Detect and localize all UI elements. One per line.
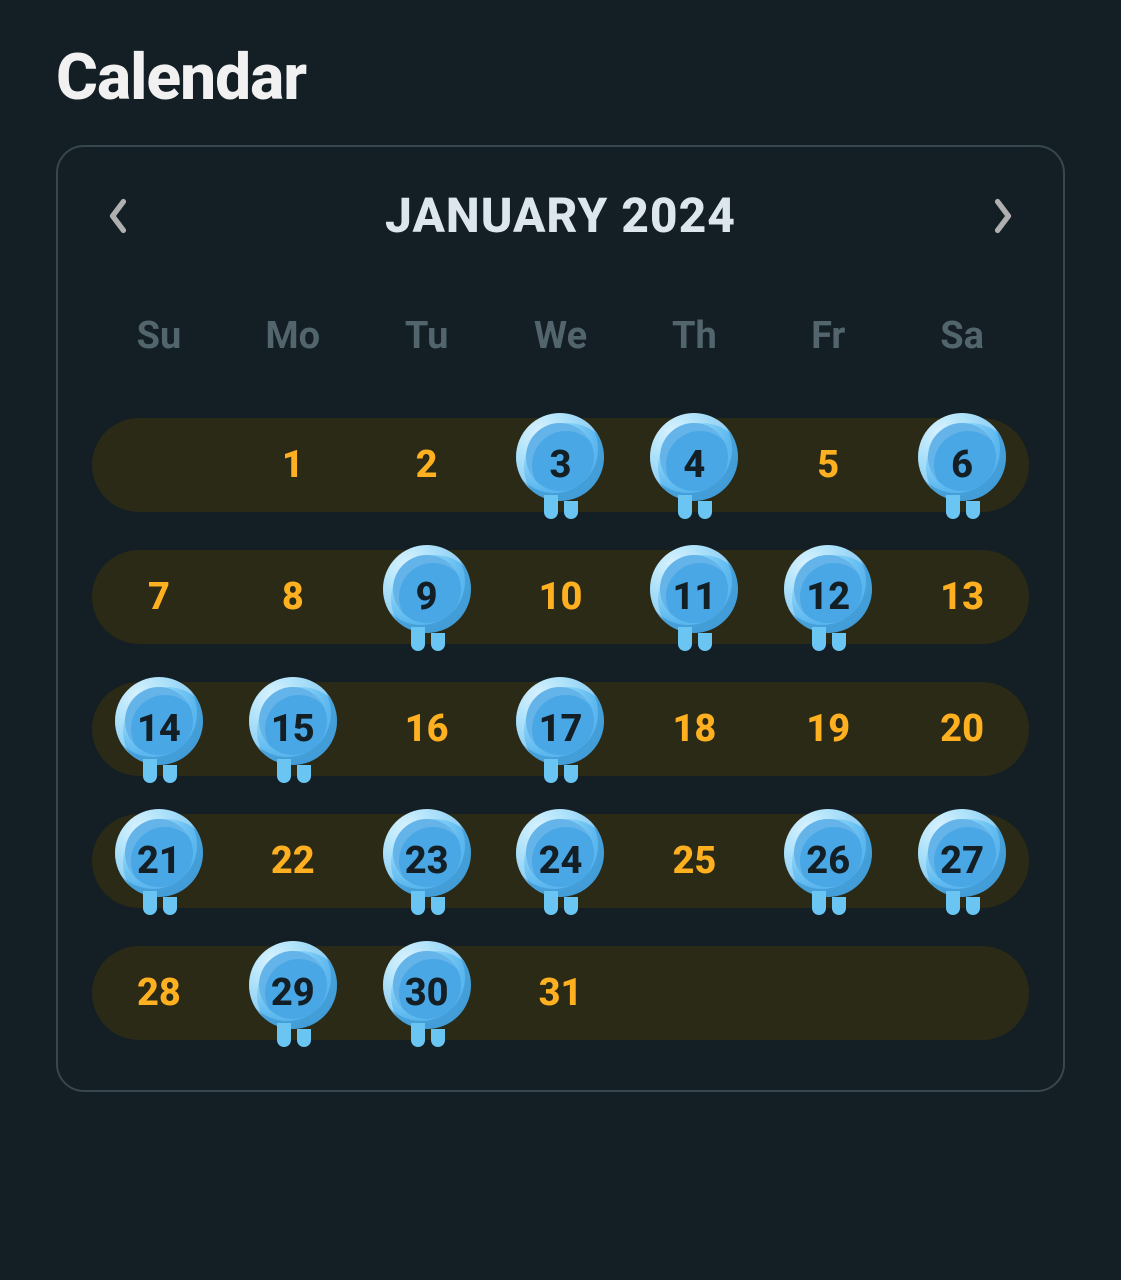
day-cell[interactable]: 6 [895,418,1029,512]
day-number: 29 [271,971,315,1015]
day-cell [761,946,895,1040]
day-number: 8 [282,575,304,619]
day-number: 20 [940,707,984,751]
day-number: 2 [416,443,438,487]
day-number: 10 [539,575,583,619]
day-number: 3 [550,443,572,487]
day-cell[interactable]: 24 [494,814,628,908]
weekday-label: Mo [226,314,360,358]
day-number: 22 [271,839,315,883]
weekday-header-row: Su Mo Tu We Th Fr Sa [92,314,1029,358]
day-number: 18 [672,707,716,751]
weekday-label: Fr [761,314,895,358]
day-cell[interactable]: 29 [226,946,360,1040]
day-cell[interactable]: 3 [494,418,628,512]
month-header: JANUARY 2024 [92,187,1029,244]
week-row: 14 15 16 17 18 19 20 [92,682,1029,776]
day-number: 23 [405,839,449,883]
day-number: 27 [940,839,984,883]
day-cell[interactable]: 14 [92,682,226,776]
day-number: 26 [806,839,850,883]
day-number: 15 [271,707,315,751]
chevron-right-icon [992,198,1014,234]
day-cell[interactable]: 13 [895,550,1029,644]
day-number: 5 [817,443,839,487]
day-number: 24 [539,839,583,883]
weeks-container: 1234567891011121314151617181920212223242… [92,418,1029,1040]
day-cell[interactable]: 15 [226,682,360,776]
week-row: 1 2 3 4 5 6 [92,418,1029,512]
day-cell[interactable]: 26 [761,814,895,908]
day-cell[interactable]: 16 [360,682,494,776]
day-number: 4 [683,443,705,487]
day-cell[interactable]: 31 [494,946,628,1040]
day-number: 6 [951,443,973,487]
day-number: 21 [137,839,181,883]
day-cell [627,946,761,1040]
day-cell[interactable]: 5 [761,418,895,512]
day-number: 16 [405,707,449,751]
month-label: JANUARY 2024 [385,187,736,244]
day-cell[interactable]: 4 [627,418,761,512]
page-title: Calendar [56,40,1065,115]
weekday-label: We [494,314,628,358]
day-number: 12 [806,575,850,619]
day-cell [895,946,1029,1040]
weekday-label: Tu [360,314,494,358]
day-number: 14 [137,707,181,751]
day-cell[interactable]: 30 [360,946,494,1040]
week-row: 21 22 23 24 25 26 27 [92,814,1029,908]
weekday-label: Th [627,314,761,358]
day-number: 25 [672,839,716,883]
next-month-button[interactable] [983,196,1023,236]
day-number: 11 [672,575,716,619]
day-cell[interactable]: 7 [92,550,226,644]
day-number: 13 [940,575,984,619]
day-number: 7 [148,575,170,619]
prev-month-button[interactable] [98,196,138,236]
day-number: 30 [405,971,449,1015]
day-cell[interactable]: 21 [92,814,226,908]
day-cell[interactable]: 27 [895,814,1029,908]
day-cell[interactable]: 23 [360,814,494,908]
day-cell[interactable]: 18 [627,682,761,776]
weekday-label: Su [92,314,226,358]
day-cell[interactable]: 1 [226,418,360,512]
day-cell[interactable]: 9 [360,550,494,644]
day-number: 9 [416,575,438,619]
chevron-left-icon [107,198,129,234]
day-cell[interactable]: 25 [627,814,761,908]
week-row: 7 8 9 10 11 12 13 [92,550,1029,644]
day-cell[interactable]: 10 [494,550,628,644]
day-cell[interactable]: 2 [360,418,494,512]
day-cell[interactable]: 19 [761,682,895,776]
day-cell[interactable]: 20 [895,682,1029,776]
day-number: 17 [539,707,583,751]
day-cell[interactable]: 28 [92,946,226,1040]
day-number: 28 [137,971,181,1015]
day-cell[interactable]: 8 [226,550,360,644]
day-cell[interactable]: 17 [494,682,628,776]
calendar-card: JANUARY 2024 Su Mo Tu We Th Fr Sa 123456… [56,145,1065,1092]
day-cell [92,418,226,512]
week-row: 28 29 30 31 [92,946,1029,1040]
day-number: 1 [282,443,304,487]
day-number: 31 [539,971,583,1015]
weekday-label: Sa [895,314,1029,358]
day-cell[interactable]: 22 [226,814,360,908]
day-cell[interactable]: 12 [761,550,895,644]
day-number: 19 [806,707,850,751]
day-cell[interactable]: 11 [627,550,761,644]
